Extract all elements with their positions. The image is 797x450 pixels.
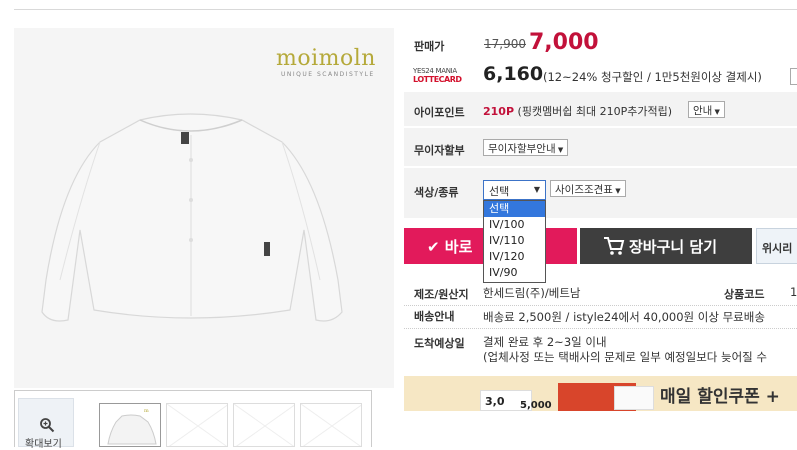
chevron-down-icon: ▼ — [612, 187, 621, 195]
thumbnail-2[interactable] — [166, 403, 228, 447]
thumbnail-4[interactable] — [300, 403, 362, 447]
banner-text: 매일 할인쿠폰 + — [660, 387, 780, 407]
installment-info-button[interactable]: 무이자할부안내 ▼ — [483, 139, 569, 156]
ipoint-info-button[interactable]: 안내 ▼ — [688, 101, 725, 118]
svg-text:m: m — [144, 408, 149, 414]
size-chart-button[interactable]: 사이즈조견표 ▼ — [550, 180, 626, 197]
option-item[interactable]: IV/100 — [484, 217, 545, 233]
card-info-button[interactable] — [790, 68, 797, 85]
top-divider — [14, 9, 797, 10]
option-item[interactable]: 선택 — [484, 201, 545, 217]
original-price: 17,900 — [484, 37, 526, 51]
installment-label: 무이자할부 — [414, 144, 465, 157]
divider — [404, 305, 797, 306]
option-item[interactable]: IV/120 — [484, 249, 545, 265]
card-logo-bottom: LOTTECARD — [413, 75, 462, 84]
thumbnail-placeholder-icon — [167, 404, 227, 446]
option-item[interactable]: IV/110 — [484, 233, 545, 249]
origin-label: 제조/원산지 — [414, 288, 469, 301]
sale-price: 7,000 — [529, 30, 599, 55]
price-label: 판매가 — [414, 40, 445, 53]
option-selected-value: 선택 — [489, 185, 510, 198]
thumbnail-placeholder-icon — [301, 404, 361, 446]
ipoint-value: 210P — [483, 105, 515, 118]
coupon-amount-b: 5,000 — [520, 400, 552, 411]
magnifier-icon — [40, 418, 55, 433]
arrival-note: (업체사정 또는 택배사의 문제로 일부 예정일보다 늦어질 수 — [483, 350, 767, 364]
arrival-value: 결제 완료 후 2~3일 이내 — [483, 335, 607, 349]
product-code-label: 상품코드 — [724, 288, 765, 301]
credit-card-graphic — [614, 386, 654, 410]
dropdown-arrow-icon: ▼ — [533, 185, 540, 194]
installment-button-label: 무이자할부안내 — [488, 143, 556, 155]
thumbnail-3[interactable] — [233, 403, 295, 447]
ipoint-info-label: 안내 — [693, 105, 713, 117]
ipoint-desc: (핑캣멤버쉽 최대 210P추가적립) — [517, 105, 673, 118]
ipoint-label: 아이포인트 — [414, 106, 465, 119]
shipping-label: 배송안내 — [414, 310, 455, 323]
card-discount-desc: (12~24% 청구할인 / 1만5천원이상 결제시) — [543, 70, 762, 84]
product-photo-blouse[interactable] — [20, 80, 360, 330]
brand-logo: moimoln — [276, 46, 376, 71]
shipping-value: 배송료 2,500원 / istyle24에서 40,000원 이상 무료배송 — [483, 310, 765, 324]
size-chart-label: 사이즈조견표 — [555, 184, 613, 196]
option-label: 색상/종류 — [414, 186, 459, 199]
card-logo-top: YES24 MANIA — [413, 67, 457, 75]
chevron-down-icon: ▼ — [555, 146, 564, 154]
zoom-button[interactable]: 확대보기 — [18, 398, 74, 450]
brand-tagline: UNIQUE SCANDISTYLE — [281, 71, 375, 78]
cart-icon — [604, 237, 625, 255]
zoom-label: 확대보기 — [25, 439, 62, 450]
divider — [404, 328, 797, 329]
option-item[interactable]: IV/90 — [484, 265, 545, 281]
lottecard-logo: YES24 MANIA LOTTECARD — [413, 67, 477, 85]
buy-now-label: ✔ 바로 — [427, 236, 472, 257]
option-select[interactable]: 선택 ▼ — [483, 180, 546, 200]
arrival-label: 도착예상일 — [414, 337, 465, 350]
thumbnail-blouse-image: m — [107, 408, 157, 445]
buy-now-text: 바로 — [444, 238, 473, 256]
ipoint-value-row: 210P (핑캣멤버쉽 최대 210P추가적립) — [483, 103, 672, 119]
card-price: 6,160 — [483, 63, 544, 85]
origin-value: 한세드림(주)/베트남 — [483, 286, 581, 300]
thumbnail-1[interactable]: m — [99, 403, 161, 447]
product-code-value: 1 — [790, 285, 797, 299]
coupon-amount-a: 3,0 — [485, 395, 505, 408]
wishlist-label: 위시리 — [762, 242, 793, 255]
option-dropdown-list: 선택 IV/100 IV/110 IV/120 IV/90 — [483, 200, 546, 283]
chevron-down-icon: ▼ — [712, 108, 720, 116]
add-to-cart-label: 장바구니 담기 — [629, 238, 718, 256]
thumbnail-placeholder-icon — [234, 404, 294, 446]
checkmark-icon: ✔ — [427, 238, 445, 256]
